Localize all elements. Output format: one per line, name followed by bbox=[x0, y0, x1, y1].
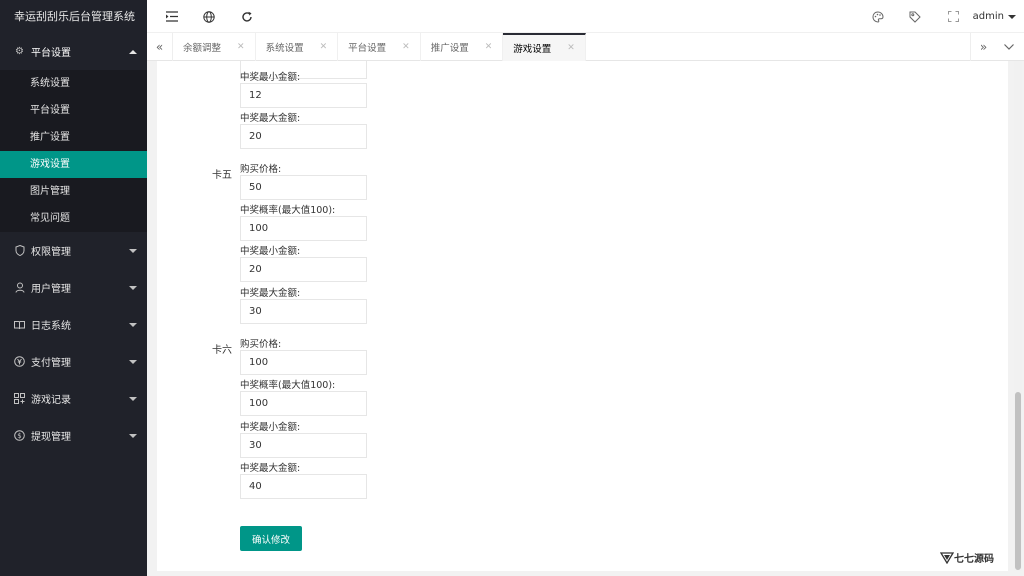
field-label: 中奖最小金额: bbox=[240, 422, 301, 433]
top-header: admin bbox=[147, 0, 1024, 33]
tab-label: 推广设置 bbox=[430, 43, 469, 54]
fullscreen-icon[interactable] bbox=[938, 0, 968, 33]
username: admin bbox=[972, 11, 1004, 22]
game-icon bbox=[14, 393, 25, 404]
tab-list: 余额调整 ✕ 系统设置 ✕ 平台设置 ✕ 推广设置 ✕ 游戏设置 ✕ bbox=[173, 33, 586, 61]
card6-rate-input[interactable]: 100 bbox=[240, 391, 367, 416]
subnav: 系统设置 平台设置 推广设置 游戏设置 图片管理 常见问题 bbox=[0, 70, 147, 232]
theme-icon[interactable] bbox=[863, 0, 893, 33]
scrollbar[interactable] bbox=[1014, 61, 1022, 571]
field-label: 中奖最大金额: bbox=[240, 463, 301, 474]
tab-system-settings[interactable]: 系统设置 ✕ bbox=[256, 33, 339, 61]
tabs-prev-icon[interactable]: « bbox=[147, 33, 173, 61]
card6-price-input[interactable]: 100 bbox=[240, 350, 367, 375]
nav-label: 权限管理 bbox=[31, 247, 71, 258]
tab-label: 平台设置 bbox=[348, 43, 387, 54]
chevron-down-icon bbox=[129, 359, 137, 364]
close-icon[interactable]: ✕ bbox=[320, 42, 328, 52]
shield-icon bbox=[14, 245, 25, 256]
sidebar-item-promo-settings[interactable]: 推广设置 bbox=[0, 124, 147, 151]
sidebar-item-system-settings[interactable]: 系统设置 bbox=[0, 70, 147, 97]
sidebar-item-faq[interactable]: 常见问题 bbox=[0, 205, 147, 232]
chevron-down-icon bbox=[129, 248, 137, 253]
nav-logs[interactable]: 日志系统 bbox=[0, 306, 147, 343]
card5-min-amount-input[interactable]: 20 bbox=[240, 257, 367, 282]
nav-label: 日志系统 bbox=[31, 321, 71, 332]
content-panel: 中奖最小金额: 12 中奖最大金额: 20 卡五 购买价格: 50 中奖概率(最… bbox=[157, 61, 1008, 571]
money-icon: $ bbox=[14, 430, 25, 441]
field-label: 中奖概率(最大值100): bbox=[240, 205, 336, 216]
nav-label: 用户管理 bbox=[31, 284, 71, 295]
field-label: 中奖最大金额: bbox=[240, 288, 301, 299]
nav-withdrawals[interactable]: $ 提现管理 bbox=[0, 417, 147, 454]
chevron-up-icon bbox=[129, 49, 137, 54]
chevron-down-icon bbox=[1008, 14, 1016, 19]
user-icon bbox=[14, 282, 25, 293]
sidebar: 幸运刮刮乐后台管理系统 ⚙ 平台设置 系统设置 平台设置 推广设置 游戏设置 图… bbox=[0, 0, 147, 576]
chevron-down-icon bbox=[129, 433, 137, 438]
card6-max-amount-input[interactable]: 40 bbox=[240, 474, 367, 499]
sidebar-item-game-settings[interactable]: 游戏设置 bbox=[0, 151, 147, 178]
card-label-5: 卡五 bbox=[212, 170, 232, 181]
chevron-down-icon bbox=[129, 285, 137, 290]
yen-icon bbox=[14, 356, 25, 367]
card5-price-input[interactable]: 50 bbox=[240, 175, 367, 200]
tab-game-settings[interactable]: 游戏设置 ✕ bbox=[503, 33, 586, 61]
app-title: 幸运刮刮乐后台管理系统 bbox=[0, 0, 147, 33]
tab-label: 余额调整 bbox=[183, 43, 222, 54]
close-icon[interactable]: ✕ bbox=[485, 42, 493, 52]
tabs-next-icon[interactable]: » bbox=[970, 33, 996, 61]
nav-label: 支付管理 bbox=[31, 358, 71, 369]
gear-icon: ⚙ bbox=[15, 46, 24, 57]
nav-label: 提现管理 bbox=[31, 432, 71, 443]
tabs-menu-icon[interactable] bbox=[996, 33, 1022, 61]
svg-text:$: $ bbox=[17, 432, 21, 440]
watermark-logo-icon bbox=[940, 551, 954, 564]
field-label: 中奖最小金额: bbox=[240, 72, 301, 83]
prev-min-amount-input[interactable]: 12 bbox=[240, 83, 367, 108]
confirm-button[interactable]: 确认修改 bbox=[240, 526, 302, 551]
card-label-6: 卡六 bbox=[212, 345, 232, 356]
close-icon[interactable]: ✕ bbox=[402, 42, 410, 52]
prev-max-amount-input[interactable]: 20 bbox=[240, 124, 367, 149]
card6-min-amount-input[interactable]: 30 bbox=[240, 433, 367, 458]
nav-payments[interactable]: 支付管理 bbox=[0, 343, 147, 380]
card5-max-amount-input[interactable]: 30 bbox=[240, 299, 367, 324]
watermark-text: 七七源码 bbox=[954, 554, 994, 565]
user-menu[interactable]: admin bbox=[973, 0, 1016, 33]
tag-icon[interactable] bbox=[900, 0, 930, 33]
watermark: 七七源码 bbox=[940, 550, 994, 565]
nav-group-platform: ⚙ 平台设置 系统设置 平台设置 推广设置 游戏设置 图片管理 常见问题 bbox=[0, 33, 147, 232]
nav-users[interactable]: 用户管理 bbox=[0, 269, 147, 306]
close-icon[interactable]: ✕ bbox=[567, 43, 575, 53]
tab-balance-adjust[interactable]: 余额调整 ✕ bbox=[173, 33, 256, 61]
nav-game-records[interactable]: 游戏记录 bbox=[0, 380, 147, 417]
tab-label: 游戏设置 bbox=[513, 44, 552, 55]
globe-icon[interactable] bbox=[194, 0, 224, 33]
nav-label: 平台设置 bbox=[31, 48, 71, 59]
field-label: 购买价格: bbox=[240, 339, 282, 350]
nav-platform-settings[interactable]: ⚙ 平台设置 bbox=[0, 33, 147, 70]
nav-permissions[interactable]: 权限管理 bbox=[0, 232, 147, 269]
nav-label: 游戏记录 bbox=[31, 395, 71, 406]
close-icon[interactable]: ✕ bbox=[237, 42, 245, 52]
tab-label: 系统设置 bbox=[265, 43, 304, 54]
field-label: 中奖最小金额: bbox=[240, 246, 301, 257]
chevron-down-icon bbox=[129, 396, 137, 401]
book-icon bbox=[14, 319, 25, 330]
field-label: 中奖概率(最大值100): bbox=[240, 380, 336, 391]
refresh-icon[interactable] bbox=[232, 0, 262, 33]
scrollbar-thumb[interactable] bbox=[1015, 392, 1021, 570]
tab-platform-settings[interactable]: 平台设置 ✕ bbox=[338, 33, 421, 61]
chevron-down-icon bbox=[129, 322, 137, 327]
menu-toggle-icon[interactable] bbox=[157, 0, 187, 33]
card5-rate-input[interactable]: 100 bbox=[240, 216, 367, 241]
tabs-bar: « 余额调整 ✕ 系统设置 ✕ 平台设置 ✕ 推广设置 ✕ 游戏设置 ✕ » bbox=[147, 33, 1024, 61]
sidebar-item-platform-settings[interactable]: 平台设置 bbox=[0, 97, 147, 124]
sidebar-item-image-management[interactable]: 图片管理 bbox=[0, 178, 147, 205]
field-label: 购买价格: bbox=[240, 164, 282, 175]
tab-promo-settings[interactable]: 推广设置 ✕ bbox=[421, 33, 504, 61]
field-label: 中奖最大金额: bbox=[240, 113, 301, 124]
